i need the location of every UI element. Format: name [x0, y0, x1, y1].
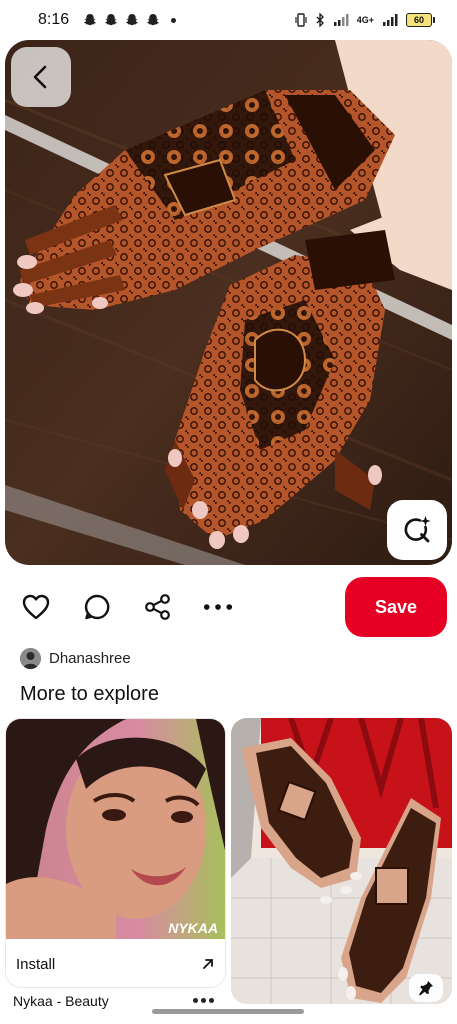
install-label: Install	[16, 955, 56, 973]
ad-more-button[interactable]	[193, 993, 217, 1007]
status-time: 8:16	[38, 11, 70, 28]
snapchat-icon	[105, 14, 117, 26]
pin-button[interactable]	[409, 974, 443, 1002]
chevron-left-icon	[33, 65, 47, 89]
signal-icon	[333, 14, 349, 26]
comment-icon	[84, 594, 110, 620]
back-button[interactable]	[11, 47, 71, 107]
heart-icon	[22, 594, 50, 620]
install-cta[interactable]: Install	[6, 941, 225, 987]
action-row: Save	[0, 577, 457, 637]
lens-sparkle-icon	[404, 516, 431, 543]
creator-name[interactable]: Dhanashree	[49, 650, 131, 667]
visual-search-button[interactable]	[387, 500, 447, 560]
section-title: More to explore	[20, 683, 159, 705]
mehndi-hands-photo	[5, 40, 452, 565]
snapchat-icon	[147, 14, 159, 26]
arrow-up-right-icon	[203, 959, 213, 969]
vibrate-icon	[295, 13, 307, 27]
more-notifications-dot	[171, 17, 177, 23]
signal-icon	[383, 14, 398, 26]
share-button[interactable]	[143, 592, 173, 622]
comment-button[interactable]	[82, 592, 112, 622]
snapchat-icon	[126, 14, 138, 26]
ad-title[interactable]: Nykaa - Beauty	[13, 993, 109, 1009]
more-dot	[193, 997, 198, 1003]
status-bar: 8:16 4G+ 60	[0, 0, 457, 40]
snapchat-icon	[84, 14, 96, 26]
more-options-button[interactable]	[203, 592, 233, 622]
creator-row[interactable]: Dhanashree	[20, 647, 131, 669]
ad-image: NYKAA	[6, 719, 225, 939]
more-dot	[201, 997, 206, 1003]
pin-image[interactable]	[5, 40, 452, 565]
more-icon	[203, 604, 233, 610]
battery-icon: 60	[406, 13, 435, 27]
bluetooth-icon	[316, 13, 324, 27]
ad-watermark: NYKAA	[168, 920, 218, 936]
related-pin-card[interactable]	[231, 718, 452, 1004]
notification-icons	[83, 13, 177, 27]
avatar[interactable]	[20, 647, 41, 669]
more-dot	[209, 997, 214, 1003]
pin-icon	[419, 981, 433, 996]
network-type: 4G+	[356, 15, 374, 25]
battery-level: 60	[406, 13, 432, 27]
share-icon	[145, 594, 170, 620]
home-indicator[interactable]	[152, 1009, 304, 1014]
status-system-icons: 4G+ 60	[295, 13, 435, 27]
like-button[interactable]	[21, 592, 51, 622]
related-pin-image	[231, 718, 452, 1004]
save-button[interactable]: Save	[345, 577, 447, 637]
ad-card[interactable]: NYKAA Install	[5, 718, 226, 988]
